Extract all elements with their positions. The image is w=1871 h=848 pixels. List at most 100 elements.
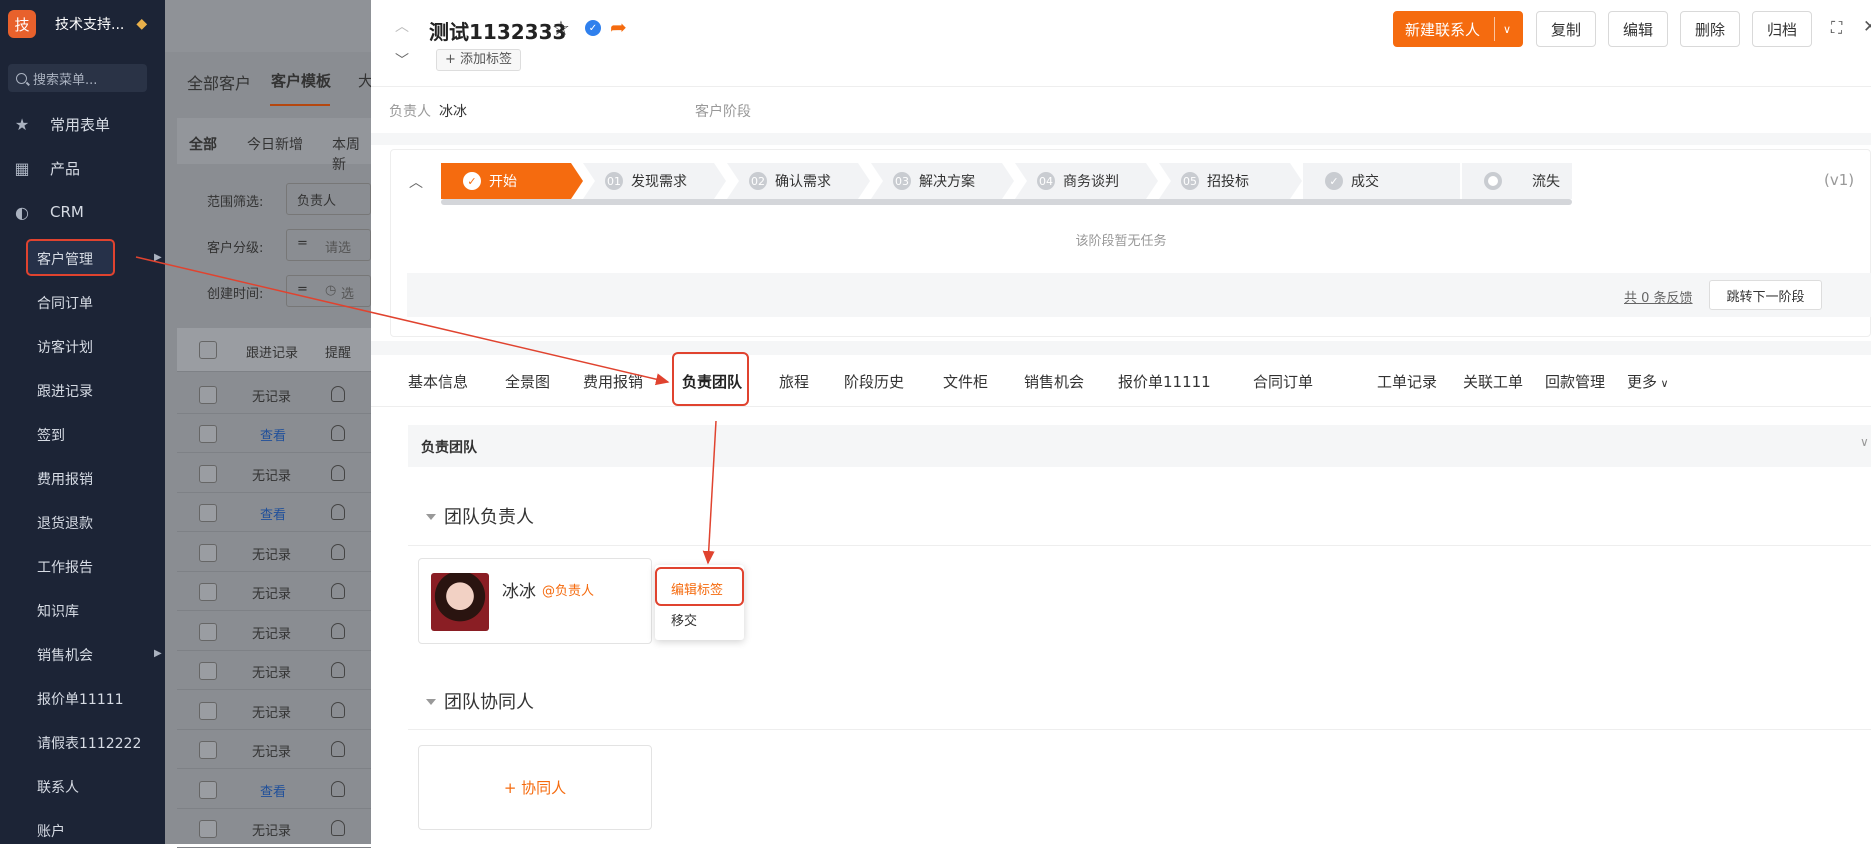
check-icon: ✓ xyxy=(463,172,481,190)
stage-step[interactable]: 03 解决方案 xyxy=(871,163,1014,199)
crm-icon: ◐ xyxy=(15,202,29,222)
close-icon[interactable]: ✕ xyxy=(1863,17,1871,37)
stage-step[interactable]: ✓ 成交 xyxy=(1303,163,1460,199)
check-icon: ✓ xyxy=(1325,172,1343,190)
radio-icon xyxy=(1484,172,1502,190)
chevron-down-icon[interactable]: ∨ xyxy=(1503,23,1511,36)
stage-label: 招投标 xyxy=(1207,174,1249,190)
menu-search-input[interactable]: 搜索菜单... xyxy=(8,64,147,92)
stage-step[interactable]: 05 招投标 xyxy=(1159,163,1302,199)
tab-item[interactable]: 关联工单 xyxy=(1463,371,1523,392)
copy-button[interactable]: 复制 xyxy=(1536,11,1596,47)
bg-row-checkbox xyxy=(199,662,217,680)
tab-item[interactable]: 阶段历史 xyxy=(844,371,904,392)
sidebar-item-leave[interactable]: 请假表1112222 xyxy=(37,733,141,753)
bg-col-followup: 跟进记录 xyxy=(246,346,299,361)
sidebar-item-common-forms[interactable]: ★ 常用表单 xyxy=(12,114,110,135)
edit-tag-menu-item[interactable]: 编辑标签 xyxy=(671,579,723,598)
sidebar-item-quote[interactable]: 报价单11111 xyxy=(37,689,124,709)
add-collaborator-card[interactable]: + 协同人 xyxy=(418,745,652,830)
stage-step[interactable]: 流失 xyxy=(1462,163,1572,199)
feedback-link[interactable]: 共 0 条反馈 xyxy=(1624,287,1693,306)
bell-icon xyxy=(331,820,345,836)
stage-number: 03 xyxy=(893,172,911,190)
bg-filter-scope-value: 负责人 xyxy=(286,183,371,215)
bg-filter-tab-today: 今日新增 xyxy=(247,137,303,153)
sidebar-item-crm[interactable]: ◐ CRM xyxy=(12,202,84,222)
stage-number: 02 xyxy=(749,172,767,190)
verified-badge-icon: ✓ xyxy=(585,20,601,36)
new-contact-button[interactable]: 新建联系人 ∨ xyxy=(1393,11,1523,47)
add-tag-button[interactable]: + 添加标签 xyxy=(436,49,522,71)
tab-label: 阶段历史 xyxy=(844,373,905,391)
chevron-down-icon[interactable]: ﹀ xyxy=(395,50,409,70)
star-icon[interactable]: ☆ xyxy=(552,16,570,40)
team-section-header[interactable]: 负责团队 ∨ xyxy=(408,425,1871,467)
sidebar-item-accounts[interactable]: 账户 xyxy=(37,821,65,841)
bell-icon xyxy=(331,662,345,678)
sidebar-item-refund[interactable]: 退货退款 xyxy=(37,513,93,533)
bg-date-placeholder: 选 xyxy=(341,287,355,302)
tab-item[interactable]: 销售机会 xyxy=(1024,371,1084,392)
sidebar-item-products[interactable]: ▦ 产品 xyxy=(12,158,80,179)
caret-down-icon[interactable] xyxy=(426,514,436,520)
owner-label: 负责人 xyxy=(389,104,431,120)
delete-button[interactable]: 删除 xyxy=(1680,11,1740,47)
transfer-menu-item[interactable]: 移交 xyxy=(671,610,697,629)
tab-item[interactable]: 旅程 xyxy=(779,371,809,392)
sidebar-item-customer-mgmt[interactable]: 客户管理 xyxy=(37,249,93,269)
sidebar-item-work-report[interactable]: 工作报告 xyxy=(37,557,93,577)
caret-down-icon[interactable] xyxy=(426,699,436,705)
sidebar-item-checkin[interactable]: 签到 xyxy=(37,425,65,445)
customer-list-background: 全部客户 客户模板 大 全部 今日新增 本周新 范围筛选: 负责人 客户分级: … xyxy=(165,0,373,848)
stage-label: 确认需求 xyxy=(775,174,831,190)
diamond-icon: ◆ xyxy=(136,16,148,32)
stage-step[interactable]: ✓ 开始 xyxy=(441,163,583,199)
sidebar-item-contacts[interactable]: 联系人 xyxy=(37,777,79,797)
bell-icon xyxy=(331,702,345,718)
bg-tab-underline xyxy=(270,104,330,106)
tab-item[interactable]: 文件柜 xyxy=(943,371,988,392)
stage-step[interactable]: 01 发现需求 xyxy=(583,163,726,199)
bg-col-remind: 提醒 xyxy=(325,346,352,361)
bg-row-followup: 无记录 xyxy=(252,548,292,563)
bg-row-checkbox xyxy=(199,781,217,799)
tab-item[interactable]: 费用报销 xyxy=(583,371,643,392)
fullscreen-icon[interactable]: ⛶ xyxy=(1831,18,1842,38)
bg-row-checkbox xyxy=(199,702,217,720)
sidebar-item-opportunity[interactable]: 销售机会 xyxy=(37,645,93,665)
chevron-up-icon[interactable]: ︿ xyxy=(395,16,409,36)
tab-item[interactable]: 基本信息 xyxy=(408,371,468,392)
sidebar-item-expense[interactable]: 费用报销 xyxy=(37,469,93,489)
tab-item[interactable]: 更多 ∨ xyxy=(1627,371,1669,392)
tab-item[interactable]: 报价单11111 xyxy=(1118,371,1211,392)
archive-button[interactable]: 归档 xyxy=(1752,11,1812,47)
sidebar-item-followup[interactable]: 跟进记录 xyxy=(37,381,93,401)
bg-equals-icon: = xyxy=(297,236,308,251)
chevron-down-icon[interactable]: ∨ xyxy=(1860,435,1869,449)
bg-row-checkbox xyxy=(199,465,217,483)
bell-icon xyxy=(331,741,345,757)
tab-item[interactable]: 全景图 xyxy=(505,371,550,392)
tab-item[interactable]: 合同订单 xyxy=(1253,371,1313,392)
share-icon[interactable]: ➦ xyxy=(610,15,627,39)
bg-topbar xyxy=(165,0,371,52)
sidebar-item-knowledge[interactable]: 知识库 xyxy=(37,601,79,621)
sidebar-item-contract-orders[interactable]: 合同订单 xyxy=(37,293,93,313)
section-gap xyxy=(371,341,1871,355)
edit-button[interactable]: 编辑 xyxy=(1608,11,1668,47)
brand[interactable]: 技 技术支持... ◆ xyxy=(8,10,147,38)
sidebar-item-visit-plan[interactable]: 访客计划 xyxy=(37,337,93,357)
next-stage-button[interactable]: 跳转下一阶段 xyxy=(1709,280,1822,310)
stage-step[interactable]: 04 商务谈判 xyxy=(1015,163,1158,199)
bg-clock-icon: ◷ xyxy=(325,283,337,298)
bg-row-checkbox xyxy=(199,504,217,522)
chevron-down-icon: ∨ xyxy=(1657,377,1669,390)
collapse-stage-icon[interactable]: ︿ xyxy=(409,172,423,192)
section-gap xyxy=(371,133,1871,145)
tab-item[interactable]: 工单记录 xyxy=(1377,371,1437,392)
stage-step[interactable]: 02 确认需求 xyxy=(727,163,870,199)
add-collaborator-label: + 协同人 xyxy=(503,779,567,797)
tab-item[interactable]: 回款管理 xyxy=(1545,371,1605,392)
bg-table-row: 无记录 xyxy=(177,809,371,848)
